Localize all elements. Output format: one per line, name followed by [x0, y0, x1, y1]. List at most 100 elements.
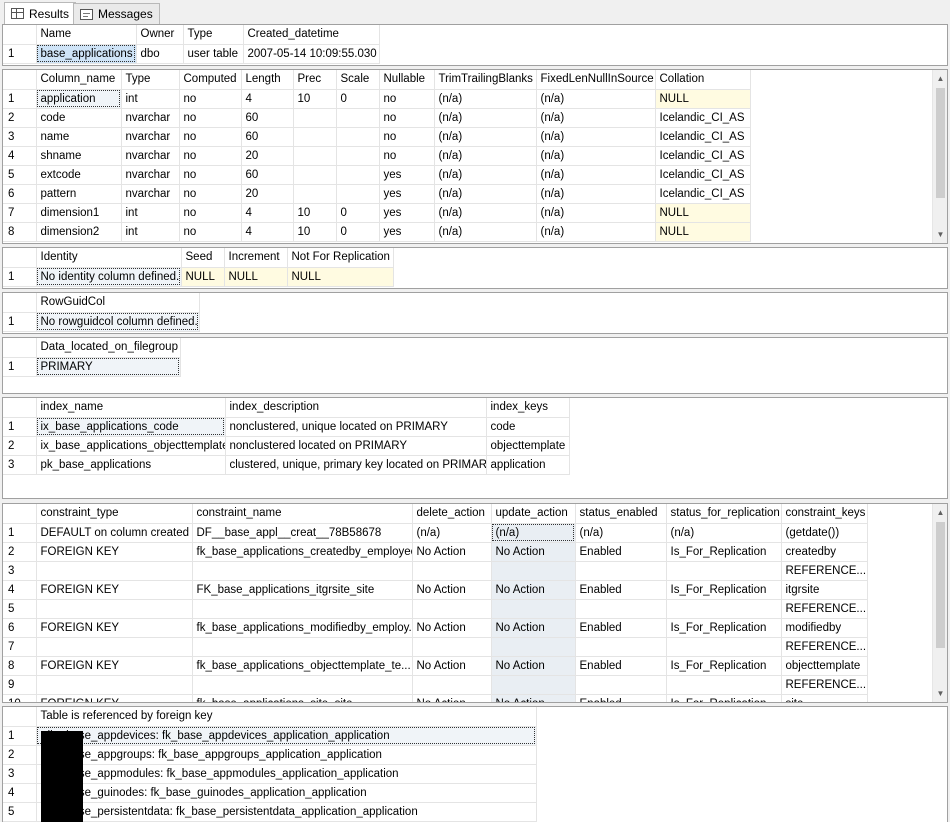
row-header-corner[interactable] [3, 293, 37, 313]
tab-messages[interactable]: Messages [73, 3, 160, 24]
grid-cell[interactable]: .dbo.base_persistentdata: fk_base_persis… [36, 802, 537, 822]
grid-cell[interactable] [575, 675, 667, 695]
grid-cell[interactable]: NULL [655, 89, 751, 109]
grid-cell[interactable]: (getdate()) [781, 523, 868, 543]
column-header[interactable]: Computed [179, 70, 242, 90]
table-row[interactable]: 8 FOREIGN KEY fk_base_applications_objectt… [3, 656, 868, 676]
row-number[interactable]: 2 [3, 745, 37, 765]
table-row[interactable]: 3 REFERENCE... [3, 561, 868, 581]
grid-cell[interactable]: Enabled [575, 694, 667, 702]
column-header[interactable]: Collation [655, 70, 751, 90]
grid-cell[interactable]: (n/a) [434, 108, 537, 128]
grid-cell[interactable]: FOREIGN KEY [36, 580, 193, 600]
column-header[interactable]: Length [241, 70, 294, 90]
row-number[interactable]: 8 [3, 222, 37, 242]
table-row[interactable]: 4 shname nvarchar no 20 no (n/a) (n/a) Icelandic… [3, 146, 751, 166]
grid-cell[interactable]: Icelandic_CI_AS [655, 127, 751, 147]
scroll-up-icon[interactable]: ▲ [933, 71, 947, 86]
grid-cell[interactable]: shname [36, 146, 122, 166]
row-number[interactable]: 7 [3, 637, 37, 657]
row-number[interactable]: 1 [3, 312, 37, 332]
column-header[interactable]: index_keys [486, 398, 570, 418]
grid-cell[interactable]: (n/a) [412, 523, 492, 543]
row-number[interactable]: 6 [3, 618, 37, 638]
row-number[interactable]: 2 [3, 436, 37, 456]
column-header[interactable]: Column_name [36, 70, 122, 90]
row-number[interactable]: 3 [3, 455, 37, 475]
grid-cell[interactable]: (n/a) [434, 127, 537, 147]
grid-cell[interactable]: No rowguidcol column defined. [36, 312, 200, 332]
grid-cell[interactable]: no [179, 203, 242, 223]
grid-cell[interactable]: Enabled [575, 656, 667, 676]
scroll-up-icon[interactable]: ▲ [933, 505, 947, 520]
row-number[interactable]: 3 [3, 764, 37, 784]
table-row[interactable]: 2 ix_base_applications_objecttemplate nonc… [3, 436, 570, 456]
row-number[interactable]: 6 [3, 184, 37, 204]
column-header[interactable]: Data_located_on_filegroup [36, 338, 181, 358]
grid-cell[interactable]: REFERENCE... [781, 561, 868, 581]
grid-cell[interactable]: .dbo.base_appgroups: fk_base_appgroups_a… [36, 745, 537, 765]
grid-cell[interactable]: FOREIGN KEY [36, 694, 193, 702]
table-row[interactable]: 1 base_applications dbo user table 2007-05-1… [3, 44, 380, 64]
row-number[interactable]: 4 [3, 783, 37, 803]
grid-cell[interactable]: No Action [491, 656, 576, 676]
table-row[interactable]: 3 name nvarchar no 60 no (n/a) (n/a) Icelandic_C… [3, 127, 751, 147]
table-row[interactable]: 1 No rowguidcol column defined. [3, 312, 200, 332]
grid-cell[interactable]: no [179, 222, 242, 242]
row-number[interactable]: 10 [3, 694, 37, 702]
grid-cell[interactable]: (n/a) [434, 89, 537, 109]
grid-cell[interactable]: Is_For_Replication [666, 656, 782, 676]
row-number[interactable]: 1 [3, 726, 37, 746]
grid-cell[interactable]: ix_base_applications_objecttemplate [36, 436, 226, 456]
grid-cell[interactable]: fk_base_applications_objecttemplate_te..… [192, 656, 413, 676]
grid-cell[interactable]: base_applications [36, 44, 137, 64]
tab-results[interactable]: Results [4, 2, 77, 24]
grid-cell[interactable] [412, 637, 492, 657]
grid-cell[interactable]: 60 [241, 108, 294, 128]
grid-cell[interactable]: site [781, 694, 868, 702]
grid-cell[interactable]: 4 [241, 203, 294, 223]
column-header[interactable]: Prec [293, 70, 337, 90]
grid-cell[interactable] [336, 127, 380, 147]
row-header-corner[interactable] [3, 504, 37, 524]
table-row[interactable]: 10FOREIGN KEYfk_base_applications_site_s… [3, 694, 868, 702]
grid-cell[interactable]: clustered, unique, primary key located o… [225, 455, 487, 475]
grid-cell[interactable]: no [179, 146, 242, 166]
grid-cell[interactable]: 10 [293, 203, 337, 223]
grid-cell[interactable]: 20 [241, 184, 294, 204]
grid-cell[interactable]: nvarchar [121, 146, 180, 166]
grid-cell[interactable]: 10 [293, 222, 337, 242]
column-header[interactable]: index_name [36, 398, 226, 418]
column-header[interactable]: Table is referenced by foreign key [36, 707, 537, 727]
grid-cell[interactable]: 0 [336, 222, 380, 242]
column-header[interactable]: TrimTrailingBlanks [434, 70, 537, 90]
grid-cell[interactable] [293, 146, 337, 166]
column-header[interactable]: Type [121, 70, 180, 90]
grid-cell[interactable]: int [121, 89, 180, 109]
grid-cell[interactable]: Is_For_Replication [666, 580, 782, 600]
column-header[interactable]: Name [36, 25, 137, 45]
rowguid-grid[interactable]: RowGuidCol 1 No rowguidcol column defined. [2, 292, 948, 334]
grid-cell[interactable] [575, 599, 667, 619]
grid-cell[interactable]: int [121, 203, 180, 223]
grid-cell[interactable]: 4 [241, 89, 294, 109]
row-number[interactable]: 5 [3, 802, 37, 822]
grid-cell[interactable]: REFERENCE... [781, 675, 868, 695]
grid-cell[interactable] [36, 675, 193, 695]
table-row[interactable]: 1 application int no 4 10 0 no (n/a) (n/a) NULL [3, 89, 751, 109]
row-number[interactable]: 1 [3, 523, 37, 543]
grid-cell[interactable]: (n/a) [491, 523, 576, 543]
grid-cell[interactable]: .dbo.base_appmodules: fk_base_appmodules… [36, 764, 537, 784]
column-header[interactable]: Nullable [379, 70, 435, 90]
row-header-corner[interactable] [3, 25, 37, 45]
grid-cell[interactable]: NULL [287, 267, 394, 287]
grid-cell[interactable] [666, 599, 782, 619]
row-number[interactable]: 1 [3, 267, 37, 287]
row-header-corner[interactable] [3, 248, 37, 268]
grid-cell[interactable]: fk_base_applications_createdby_employee [192, 542, 413, 562]
grid-cell[interactable] [336, 165, 380, 185]
grid-cell[interactable]: DF__base_appl__creat__78B58678 [192, 523, 413, 543]
column-header[interactable]: Created_datetime [243, 25, 380, 45]
grid-cell[interactable]: Is_For_Replication [666, 618, 782, 638]
grid-cell[interactable]: code [36, 108, 122, 128]
